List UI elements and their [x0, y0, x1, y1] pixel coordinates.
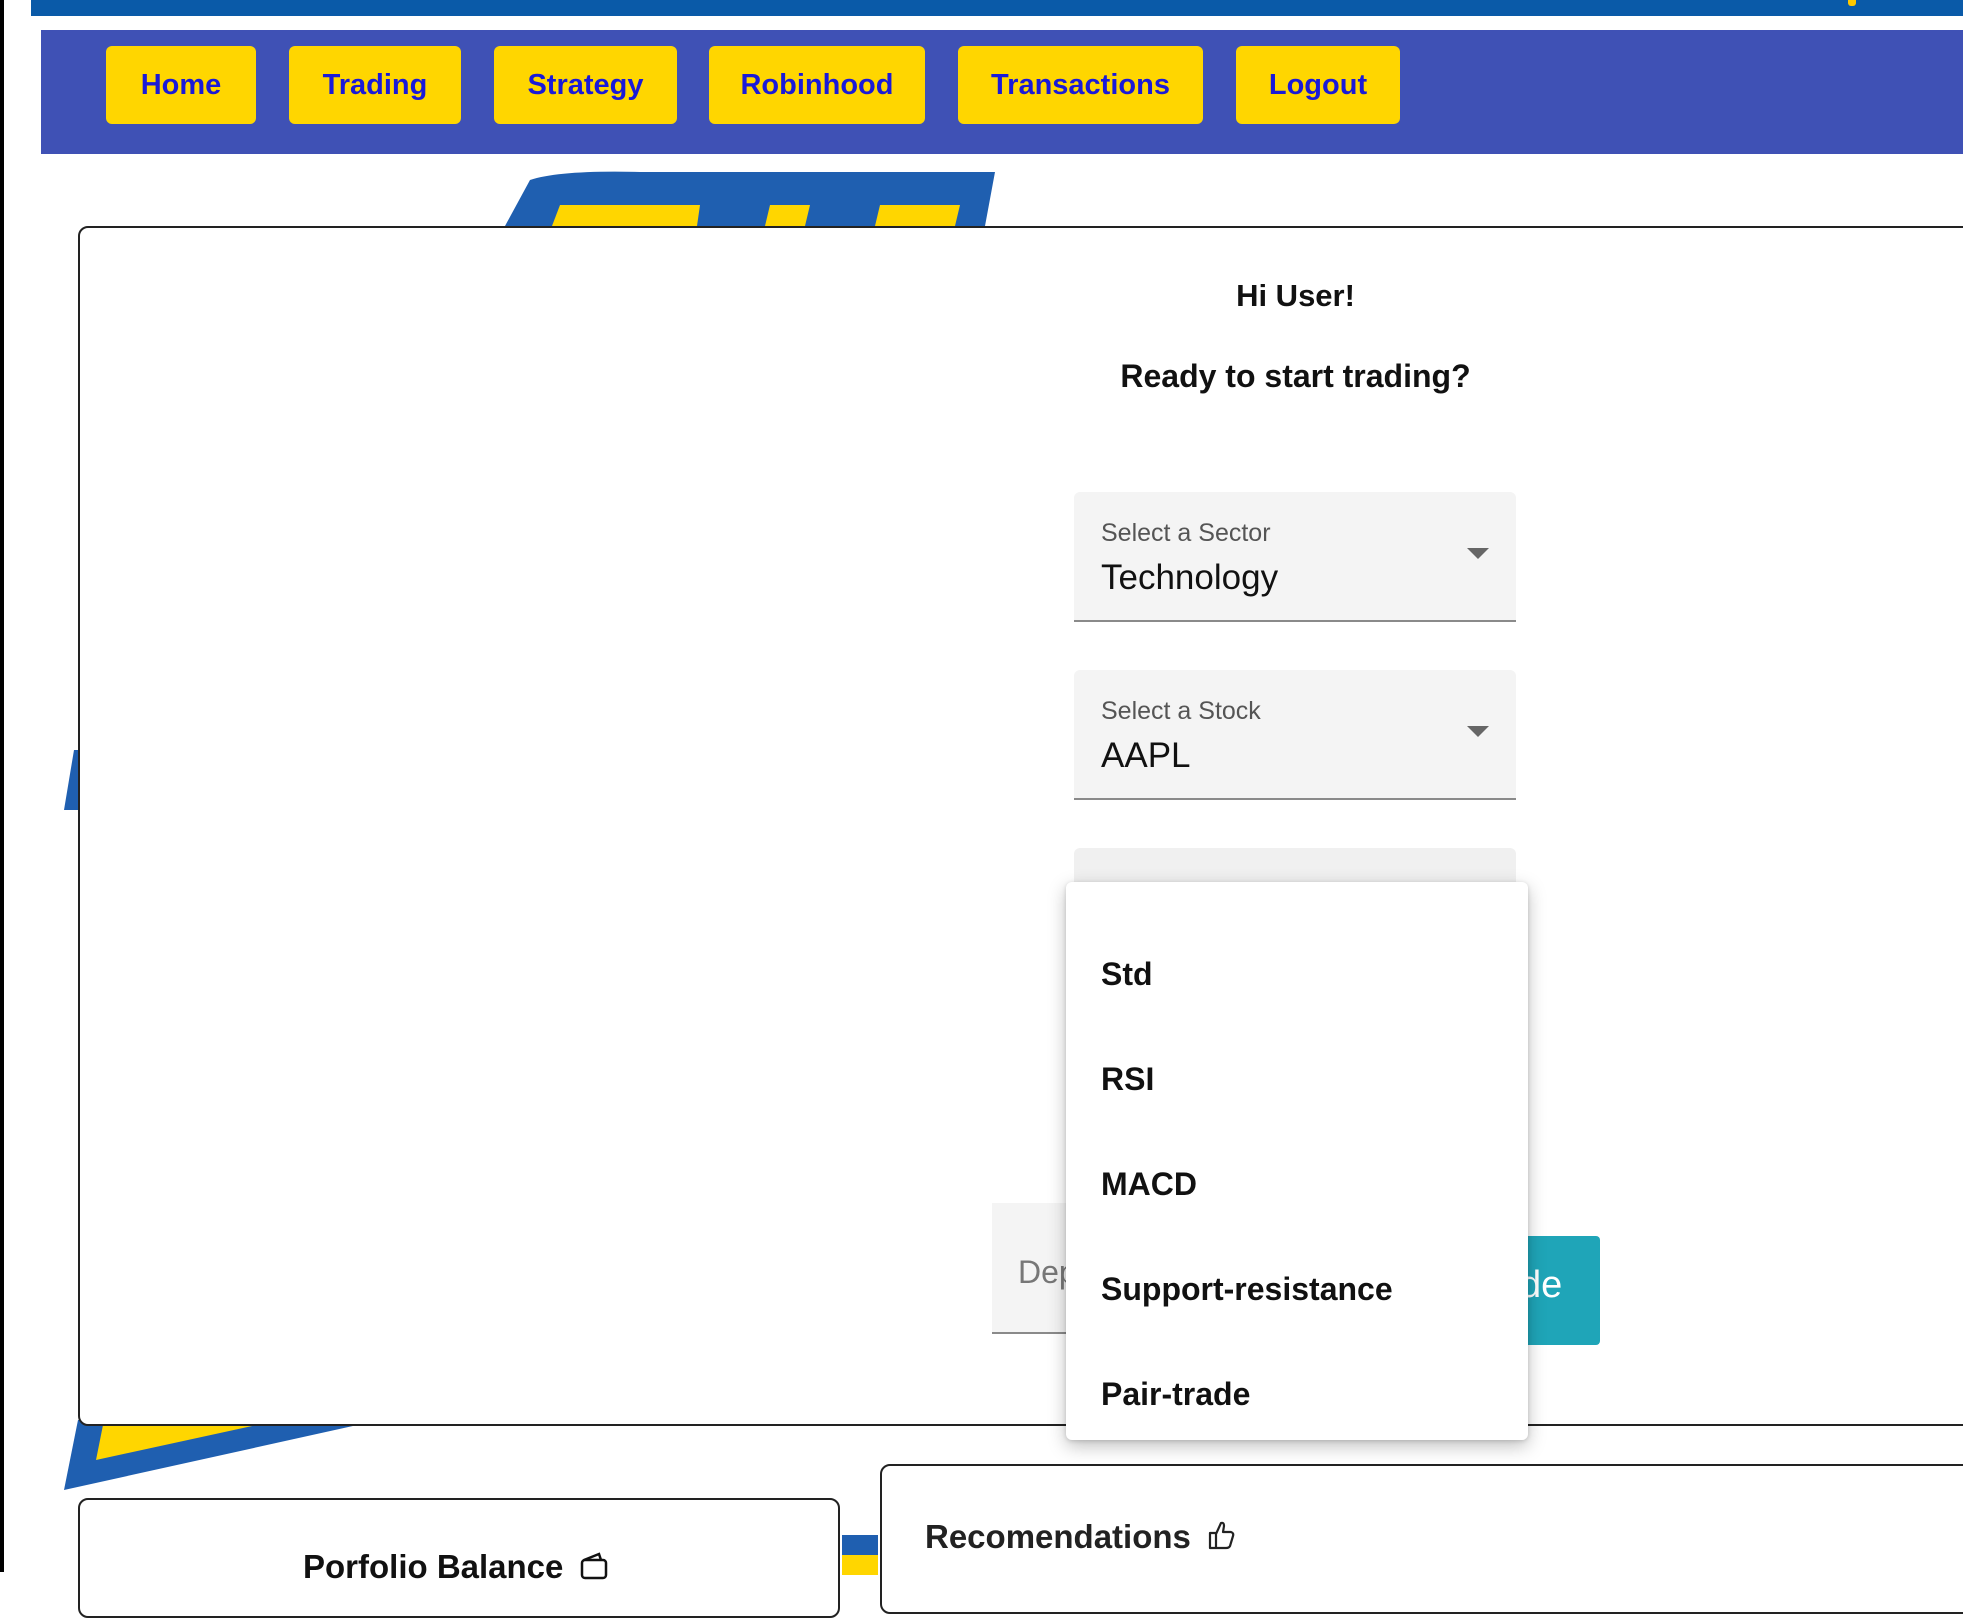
sector-select-value: Technology — [1101, 558, 1279, 597]
stock-select-label: Select a Stock — [1101, 697, 1261, 725]
sector-select-label: Select a Sector — [1101, 519, 1271, 547]
menu-item-support-resistance[interactable]: Support-resistance — [1066, 1237, 1528, 1341]
caret-down-icon — [1467, 548, 1489, 559]
nav-home-button[interactable]: Home — [106, 46, 256, 124]
window-edge — [0, 0, 4, 1572]
stock-select[interactable]: Select a Stock AAPL — [1074, 670, 1516, 800]
greeting-heading: Hi User! — [1236, 278, 1355, 313]
nav-trading-button[interactable]: Trading — [289, 46, 461, 124]
menu-item-macd[interactable]: MACD — [1066, 1132, 1528, 1236]
subgreeting-heading: Ready to start trading? — [1120, 358, 1471, 394]
thumbs-up-icon — [1206, 1519, 1236, 1559]
recommendations-title-text: Recomendations — [925, 1518, 1191, 1555]
logo-fragment — [842, 1555, 878, 1575]
nav-strategy-button[interactable]: Strategy — [494, 46, 677, 124]
recommendations-title: Recomendations — [925, 1518, 1236, 1559]
menu-item-rsi[interactable]: RSI — [1066, 1027, 1528, 1131]
portfolio-title-text: Porfolio Balance — [303, 1548, 564, 1585]
menu-item-pair-trade[interactable]: Pair-trade — [1066, 1342, 1528, 1446]
wallet-icon — [579, 1550, 609, 1588]
top-strip-marker — [1848, 0, 1856, 6]
sector-select[interactable]: Select a Sector Technology — [1074, 492, 1516, 622]
portfolio-title: Porfolio Balance — [303, 1548, 609, 1588]
caret-down-icon — [1467, 726, 1489, 737]
strategy-dropdown-menu: Std RSI MACD Support-resistance Pair-tra… — [1066, 882, 1528, 1440]
top-strip — [31, 0, 1963, 16]
nav-transactions-button[interactable]: Transactions — [958, 46, 1203, 124]
menu-item-std[interactable]: Std — [1066, 922, 1528, 1026]
nav-logout-button[interactable]: Logout — [1236, 46, 1400, 124]
navbar: Home Trading Strategy Robinhood Transact… — [41, 30, 1963, 154]
stock-select-value: AAPL — [1101, 736, 1191, 775]
nav-robinhood-button[interactable]: Robinhood — [709, 46, 925, 124]
